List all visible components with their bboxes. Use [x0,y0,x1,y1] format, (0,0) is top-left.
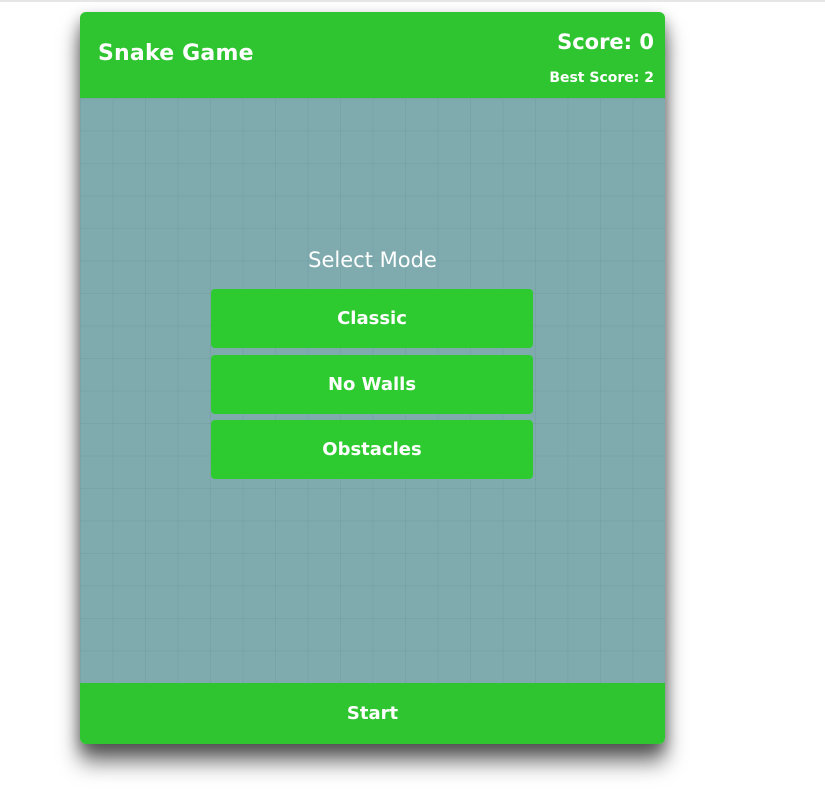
score-display: Score: 0 [557,30,654,54]
browser-top-divider [0,0,825,2]
no-walls-mode-button[interactable]: No Walls [211,355,533,414]
best-score-display: Best Score: 2 [549,70,654,86]
mode-select-menu: Select Mode Classic No Walls Obstacles [80,98,665,683]
game-title: Snake Game [98,41,254,66]
start-button[interactable]: Start [80,683,665,744]
game-header: Snake Game Score: 0 Best Score: 2 [80,12,665,98]
classic-mode-button[interactable]: Classic [211,289,533,348]
mode-select-title: Select Mode [308,248,437,272]
game-board: Select Mode Classic No Walls Obstacles [80,98,665,683]
obstacles-mode-button[interactable]: Obstacles [211,420,533,479]
snake-game-card: Snake Game Score: 0 Best Score: 2 Select… [80,12,665,744]
